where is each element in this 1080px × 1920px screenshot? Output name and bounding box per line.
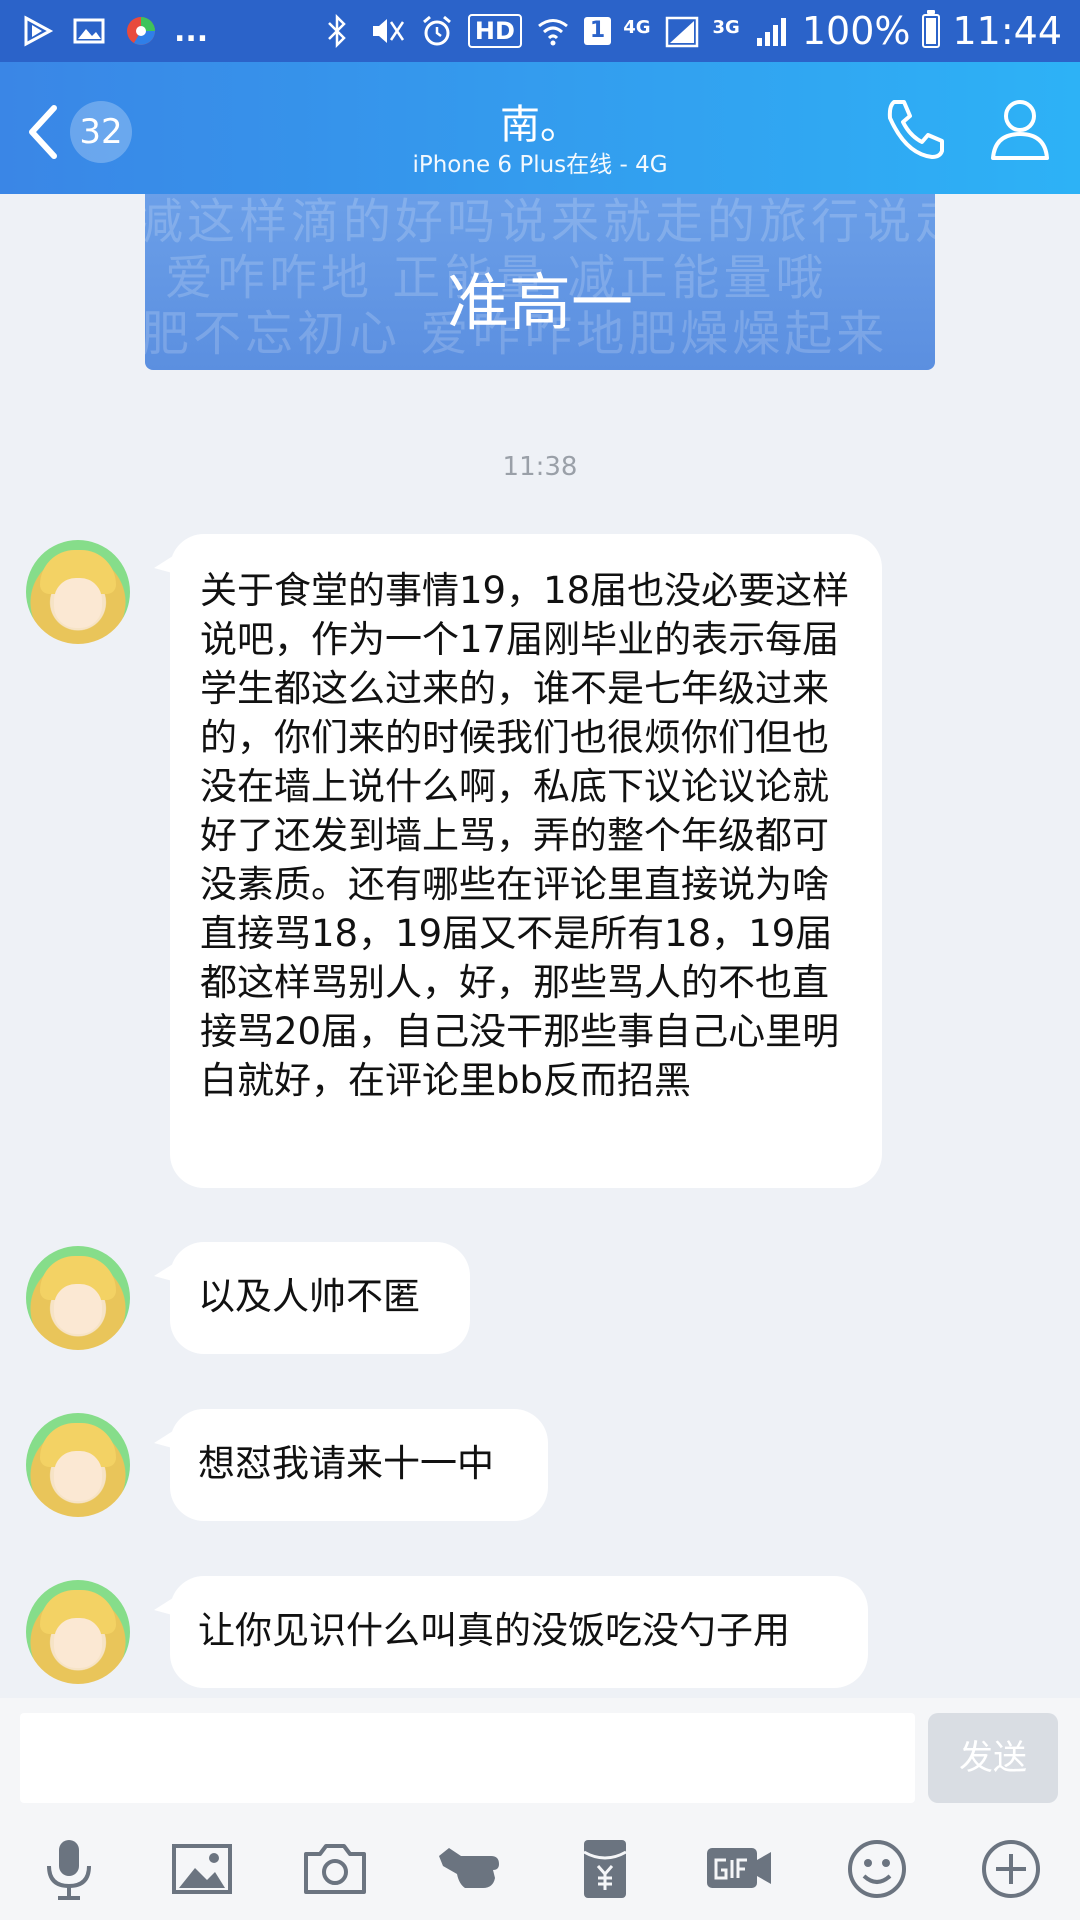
more-notifications: ... [174, 13, 209, 49]
microphone-icon[interactable] [34, 1834, 104, 1904]
poke-icon[interactable] [435, 1834, 505, 1904]
plus-icon[interactable] [976, 1834, 1046, 1904]
message-row: 让你见识什么叫真的没饭吃没勺子用 [0, 1576, 1080, 1692]
network-type-2: 3G [712, 17, 740, 38]
message-text: 以及人帅不匿 [198, 1275, 420, 1318]
status-bar: ... HD 1 4G 3G 100% 11:44 [0, 0, 1080, 62]
message-bubble[interactable]: 想怼我请来十一中 [154, 1409, 548, 1521]
alarm-icon [418, 12, 456, 50]
camera-icon[interactable] [300, 1834, 370, 1904]
message-input[interactable] [20, 1713, 915, 1803]
emoji-icon[interactable] [842, 1834, 912, 1904]
hd-voice-badge: HD [467, 14, 522, 48]
chat-header: 32 南。 iPhone 6 Plus在线 - 4G [0, 62, 1080, 194]
sim-slot-badge: 1 [583, 17, 612, 45]
message-row: 以及人帅不匿 [0, 1242, 1080, 1358]
bluetooth-icon [318, 12, 356, 50]
gallery-icon [70, 12, 108, 50]
message-timestamp: 11:38 [502, 452, 578, 482]
wifi-icon [534, 12, 572, 50]
group-banner-card[interactable]: 减这样滴的好吗说来就走的旅行说走就走 爱咋咋地 正能量 减正能量哦 肥不忘初心 … [145, 194, 935, 370]
browser-icon [122, 12, 160, 50]
avatar[interactable] [26, 1413, 130, 1517]
battery-percent: 100% [801, 9, 911, 53]
red-packet-icon[interactable] [570, 1834, 640, 1904]
message-text: 关于食堂的事情19，18届也没必要这样说吧，作为一个17届刚毕业的表示每届学生都… [200, 569, 850, 1102]
message-text: 让你见识什么叫真的没饭吃没勺子用 [198, 1609, 790, 1652]
clock: 11:44 [952, 9, 1062, 53]
battery-icon [922, 10, 941, 48]
message-text: 想怼我请来十一中 [198, 1442, 494, 1485]
signal-icon-1 [663, 12, 701, 50]
banner-title: 准高一 [446, 266, 633, 339]
phone-call-icon[interactable] [880, 94, 950, 164]
avatar[interactable] [26, 540, 130, 644]
gif-icon[interactable] [704, 1834, 774, 1904]
message-bubble[interactable]: 让你见识什么叫真的没饭吃没勺子用 [154, 1576, 868, 1688]
message-bubble[interactable]: 以及人帅不匿 [154, 1242, 470, 1354]
message-bubble[interactable]: 关于食堂的事情19，18届也没必要这样说吧，作为一个17届刚毕业的表示每届学生都… [154, 534, 882, 1188]
play-store-icon [18, 12, 56, 50]
signal-icon-2 [752, 12, 790, 50]
message-composer: 发送 [0, 1698, 1080, 1920]
network-type-1: 4G [623, 17, 651, 38]
message-row: 想怼我请来十一中 [0, 1409, 1080, 1525]
avatar[interactable] [26, 1246, 130, 1350]
message-row: 关于食堂的事情19，18届也没必要这样说吧，作为一个17届刚毕业的表示每届学生都… [0, 534, 1080, 1190]
mute-icon [368, 12, 406, 50]
profile-icon[interactable] [985, 94, 1055, 164]
image-icon[interactable] [167, 1834, 237, 1904]
send-button[interactable]: 发送 [928, 1713, 1058, 1803]
avatar[interactable] [26, 1580, 130, 1684]
